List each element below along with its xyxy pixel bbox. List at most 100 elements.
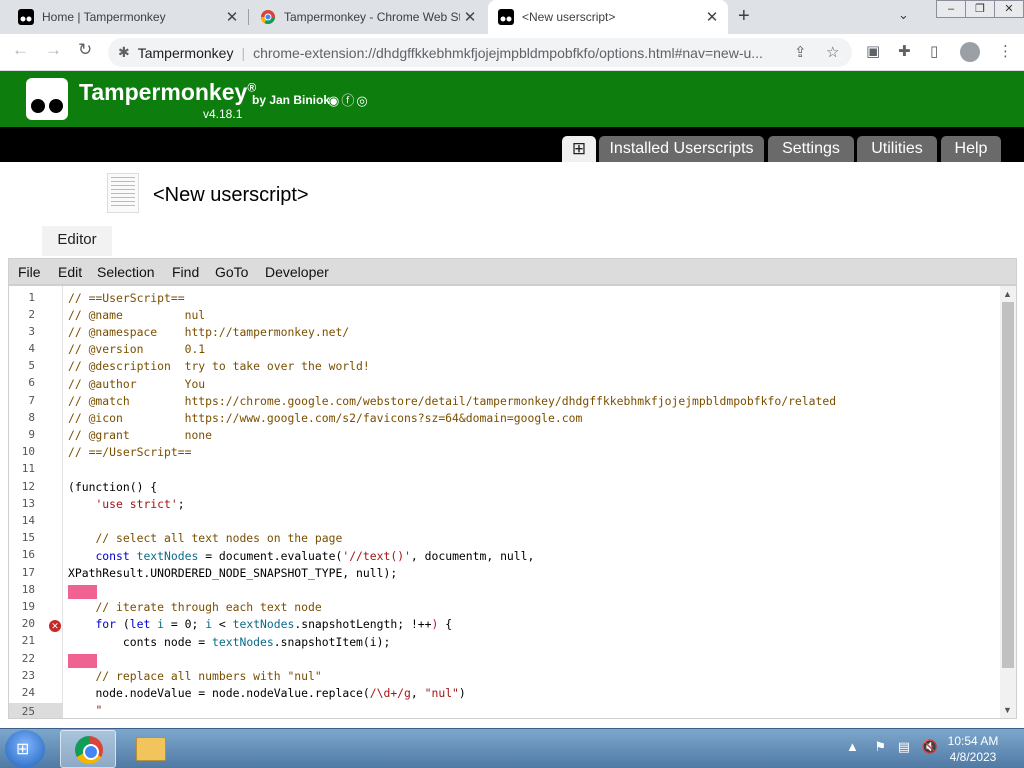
code-line-19: // iterate through each text node bbox=[95, 600, 322, 614]
line-number: 18 bbox=[21, 583, 35, 596]
error-icon[interactable]: ✕ bbox=[49, 620, 61, 632]
line-number: 7 bbox=[28, 394, 35, 407]
browser-tab-home[interactable]: Home | Tampermonkey ✕ bbox=[8, 0, 248, 34]
script-icon bbox=[107, 173, 139, 213]
system-tray: ▲ ⚑ ▤ 🔇 bbox=[846, 739, 938, 755]
browser-tab-webstore[interactable]: Tampermonkey - Chrome Web St ✕ bbox=[250, 0, 486, 34]
windows-taskbar: ⊞ ▲ ⚑ ▤ 🔇 10:54 AM 4/8/2023 bbox=[0, 728, 1024, 768]
github-icon[interactable]: ◉ bbox=[328, 93, 341, 108]
tab-help[interactable]: Help bbox=[941, 136, 1001, 162]
url-text: chrome-extension://dhdgffkkebhmkfjojejmp… bbox=[253, 44, 763, 61]
line-number: 16 bbox=[21, 548, 35, 561]
menu-find[interactable]: Find bbox=[172, 264, 199, 280]
line-number: 4 bbox=[28, 342, 35, 355]
scrollbar-thumb[interactable] bbox=[1002, 302, 1014, 668]
profile-icon[interactable] bbox=[960, 42, 980, 62]
menu-file[interactable]: File bbox=[18, 264, 41, 280]
star-icon[interactable]: ☆ bbox=[826, 43, 839, 61]
line-number: 11 bbox=[21, 462, 35, 475]
new-script-tab[interactable]: ⊞ bbox=[562, 136, 596, 162]
clock-date: 4/8/2023 bbox=[949, 750, 997, 764]
social-links: ◉ⓕ◎ bbox=[328, 90, 370, 109]
code-line-3: // @namespace http://tampermonkey.net/ bbox=[68, 325, 350, 339]
tab-utilities[interactable]: Utilities bbox=[857, 136, 937, 162]
line-number: 2 bbox=[28, 308, 35, 321]
restore-icon[interactable]: ❐ bbox=[965, 0, 995, 18]
line-number: 19 bbox=[21, 600, 35, 613]
code-line-24: node.nodeValue = node.nodeValue.replace(… bbox=[95, 686, 466, 700]
menu-selection[interactable]: Selection bbox=[97, 264, 155, 280]
line-number: 20 bbox=[21, 617, 35, 630]
browser-tab-new-userscript[interactable]: <New userscript> ✕ bbox=[488, 0, 728, 34]
code-line-17: XPathResult.UNORDERED_NODE_SNAPSHOT_TYPE… bbox=[68, 566, 398, 580]
line-number: 5 bbox=[28, 359, 35, 372]
tab-separator bbox=[248, 9, 249, 25]
menu-developer[interactable]: Developer bbox=[265, 264, 329, 280]
code-line-9: // @grant none bbox=[68, 428, 213, 442]
code-line-5: // @description try to take over the wor… bbox=[68, 359, 370, 373]
back-arrow-icon[interactable]: ← bbox=[12, 40, 29, 60]
site-name: Tampermonkey bbox=[137, 44, 234, 61]
vertical-scrollbar[interactable]: ▲ ▼ bbox=[1000, 286, 1016, 718]
line-number: 10 bbox=[21, 445, 35, 458]
code-line-8: // @icon https://www.google.com/s2/favic… bbox=[68, 411, 583, 425]
menu-edit[interactable]: Edit bbox=[58, 264, 82, 280]
scroll-down-icon[interactable]: ▼ bbox=[1003, 705, 1012, 715]
taskbar-explorer[interactable] bbox=[122, 730, 178, 768]
scroll-up-icon[interactable]: ▲ bbox=[1003, 289, 1012, 299]
code-line-15: // select all text nodes on the page bbox=[95, 531, 343, 545]
facebook-icon[interactable]: ⓕ bbox=[341, 93, 356, 108]
code-line-21: conts node = textNodes.snapshotItem(i); bbox=[122, 635, 391, 649]
windows-start-icon[interactable]: ⊞ bbox=[5, 730, 45, 768]
extension-icon: ✱ bbox=[118, 44, 130, 60]
kebab-menu-icon[interactable]: ⋮ bbox=[998, 42, 1013, 60]
code-line-16: const textNodes = document.evaluate('//t… bbox=[95, 549, 535, 563]
close-tab-icon[interactable]: ✕ bbox=[702, 8, 722, 26]
window-controls: – ❐ ✕ bbox=[936, 0, 1024, 18]
code-line-4: // @version 0.1 bbox=[68, 342, 206, 356]
editor-tab-row: Editor bbox=[0, 226, 1024, 256]
tampermonkey-favicon-icon bbox=[498, 9, 514, 25]
tab-search-chevron-icon[interactable]: ⌄ bbox=[898, 7, 909, 23]
app-version: v4.18.1 bbox=[203, 107, 243, 121]
share-icon[interactable]: ⇪ bbox=[794, 43, 807, 61]
tab-installed-userscripts[interactable]: Installed Userscripts bbox=[599, 136, 764, 162]
folder-icon bbox=[136, 737, 166, 761]
tampermonkey-nav: ⊞ Installed Userscripts Settings Utiliti… bbox=[0, 127, 1024, 162]
reload-icon[interactable]: ↻ bbox=[78, 40, 92, 60]
chrome-icon bbox=[75, 736, 103, 764]
tampermonkey-extension-icon[interactable]: ▣ bbox=[866, 42, 880, 60]
sidebar-icon[interactable]: ▯ bbox=[930, 42, 938, 60]
puzzle-icon[interactable]: ✚ bbox=[898, 42, 911, 60]
close-tab-icon[interactable]: ✕ bbox=[222, 8, 242, 26]
action-center-icon[interactable]: ⚑ bbox=[875, 739, 887, 754]
address-divider: | bbox=[241, 44, 246, 61]
taskbar-clock[interactable]: 10:54 AM 4/8/2023 bbox=[930, 733, 1016, 765]
forward-arrow-icon[interactable]: → bbox=[45, 40, 62, 60]
tab-title: Home | Tampermonkey bbox=[42, 10, 166, 24]
whitespace-error-highlight bbox=[68, 585, 97, 599]
menu-goto[interactable]: GoTo bbox=[215, 264, 248, 280]
line-number: 13 bbox=[21, 497, 35, 510]
app-name: Tampermonkey® bbox=[79, 79, 257, 105]
minimize-icon[interactable]: – bbox=[936, 0, 966, 18]
code-line-1: // ==UserScript== bbox=[68, 291, 185, 305]
close-window-icon[interactable]: ✕ bbox=[994, 0, 1024, 18]
code-line-6: // @author You bbox=[68, 377, 206, 391]
line-number: 17 bbox=[21, 566, 35, 579]
browser-toolbar: ← → ↻ ✱ Tampermonkey | chrome-extension:… bbox=[0, 34, 1024, 71]
line-number: 12 bbox=[21, 480, 35, 493]
line-number: 6 bbox=[28, 376, 35, 389]
taskbar-chrome[interactable] bbox=[60, 730, 116, 768]
tab-settings[interactable]: Settings bbox=[768, 136, 854, 162]
show-hidden-icons-icon[interactable]: ▲ bbox=[846, 739, 859, 754]
line-number: 22 bbox=[21, 652, 35, 665]
instagram-icon[interactable]: ◎ bbox=[356, 93, 369, 108]
close-tab-icon[interactable]: ✕ bbox=[460, 8, 480, 26]
tab-editor[interactable]: Editor bbox=[42, 226, 112, 256]
tampermonkey-logo-icon bbox=[26, 78, 68, 120]
network-icon[interactable]: ▤ bbox=[898, 739, 910, 754]
code-editor[interactable]: 1 2 3 4 5 6 7 8 9 10 11 12 13 14 15 16 1… bbox=[8, 285, 1017, 719]
new-tab-icon[interactable]: + bbox=[738, 5, 750, 28]
address-bar[interactable]: ✱ Tampermonkey | chrome-extension://dhdg… bbox=[108, 38, 852, 67]
